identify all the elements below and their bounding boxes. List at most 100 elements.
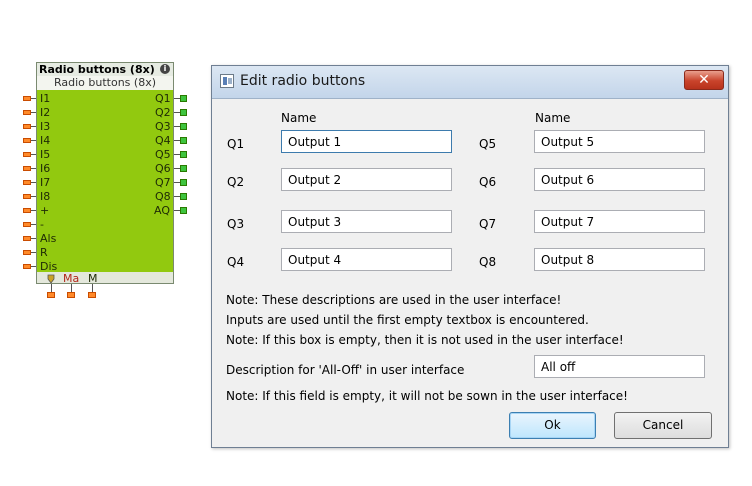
note-descriptions: Note: These descriptions are used in the… [226,293,562,307]
output-label-q1: Q1 [155,92,171,105]
input-wire [31,98,36,99]
input-wire [31,210,36,211]
dialog-title: Edit radio buttons [240,73,366,89]
output-2-field[interactable] [281,168,452,191]
output-label-q2: Q2 [155,106,171,119]
input-pin-i2[interactable] [23,110,31,115]
info-icon[interactable]: i [160,64,170,74]
row-label-q2: Q2 [227,175,245,189]
row-label-q5: Q5 [479,137,497,151]
input-label-minus: - [40,218,44,231]
output-pin-q8[interactable] [180,193,187,200]
param-wire [51,284,52,292]
row-label-q3: Q3 [227,217,245,231]
output-pin-q5[interactable] [180,151,187,158]
input-wire [31,154,36,155]
input-wire [31,196,36,197]
output-pin-q4[interactable] [180,137,187,144]
input-pin-i5[interactable] [23,152,31,157]
input-label-i6: I6 [40,162,51,175]
note-inputs: Inputs are used until the first empty te… [226,313,589,327]
input-wire [31,224,36,225]
alloff-field[interactable] [534,355,705,378]
input-pin-i8[interactable] [23,194,31,199]
row-label-q4: Q4 [227,255,245,269]
block-body [36,90,174,274]
input-pin-r[interactable] [23,250,31,255]
input-pin-i6[interactable] [23,166,31,171]
output-1-field[interactable] [281,130,452,153]
output-6-field[interactable] [534,168,705,191]
parameter-icon [47,274,55,284]
input-label-i8: I8 [40,190,51,203]
output-8-field[interactable] [534,248,705,271]
output-7-field[interactable] [534,210,705,233]
input-pin-i3[interactable] [23,124,31,129]
output-5-field[interactable] [534,130,705,153]
output-label-q6: Q6 [155,162,171,175]
input-wire [31,168,36,169]
block-title-text: Radio buttons (8x) [39,63,155,76]
input-pin-i4[interactable] [23,138,31,143]
output-label-q4: Q4 [155,134,171,147]
param-pin-1[interactable] [47,292,55,298]
param-wire [71,284,72,292]
input-label-r: R [40,246,48,259]
param-pin-m[interactable] [88,292,96,298]
input-wire [31,252,36,253]
input-label-dis: Dis [40,260,58,273]
input-label-i2: I2 [40,106,51,119]
input-label-i4: I4 [40,134,51,147]
output-pin-q2[interactable] [180,109,187,116]
param-pin-ma[interactable] [67,292,75,298]
input-label-i5: I5 [40,148,51,161]
cancel-button[interactable]: Cancel [614,412,712,439]
row-label-q8: Q8 [479,255,497,269]
input-label-als: Als [40,232,57,245]
output-label-q7: Q7 [155,176,171,189]
window-icon [220,74,234,88]
note-empty-box: Note: If this box is empty, then it is n… [226,333,624,347]
output-pin-aq[interactable] [180,207,187,214]
close-button[interactable]: ✕ [684,70,724,90]
input-pin-minus[interactable] [23,222,31,227]
row-label-q7: Q7 [479,217,497,231]
row-label-q6: Q6 [479,175,497,189]
param-label-ma: Ma [63,272,80,285]
input-wire [31,140,36,141]
output-pin-q6[interactable] [180,165,187,172]
input-wire [31,126,36,127]
edit-radio-buttons-dialog: Edit radio buttons ✕ Name Name Q1 Q2 Q3 … [211,65,729,448]
output-label-q5: Q5 [155,148,171,161]
block-subtitle: Radio buttons (8x) [36,76,174,90]
output-label-q8: Q8 [155,190,171,203]
output-pin-q1[interactable] [180,95,187,102]
output-pin-q7[interactable] [180,179,187,186]
param-label-m: M [88,272,98,285]
dialog-titlebar[interactable]: Edit radio buttons ✕ [212,66,728,99]
input-pin-i1[interactable] [23,96,31,101]
output-pin-q3[interactable] [180,123,187,130]
input-pin-als[interactable] [23,236,31,241]
input-label-i3: I3 [40,120,51,133]
input-pin-i7[interactable] [23,180,31,185]
ok-button[interactable]: Ok [509,412,596,439]
output-4-field[interactable] [281,248,452,271]
output-label-q3: Q3 [155,120,171,133]
name-header-left: Name [281,111,317,125]
input-pin-dis[interactable] [23,264,31,269]
function-block[interactable]: Radio buttons (8x) i Radio buttons (8x) … [23,62,187,298]
output-label-aq: AQ [154,204,170,217]
input-wire [31,182,36,183]
input-pin-plus[interactable] [23,208,31,213]
alloff-label: Description for 'All-Off' in user interf… [226,363,465,377]
note-empty-field: Note: If this field is empty, it will no… [226,389,628,403]
output-3-field[interactable] [281,210,452,233]
input-wire [31,266,36,267]
block-footer [36,272,174,284]
input-label-i1: I1 [40,92,51,105]
name-header-right: Name [535,111,571,125]
input-label-i7: I7 [40,176,51,189]
block-title: Radio buttons (8x) i [36,62,174,76]
param-wire [92,284,93,292]
